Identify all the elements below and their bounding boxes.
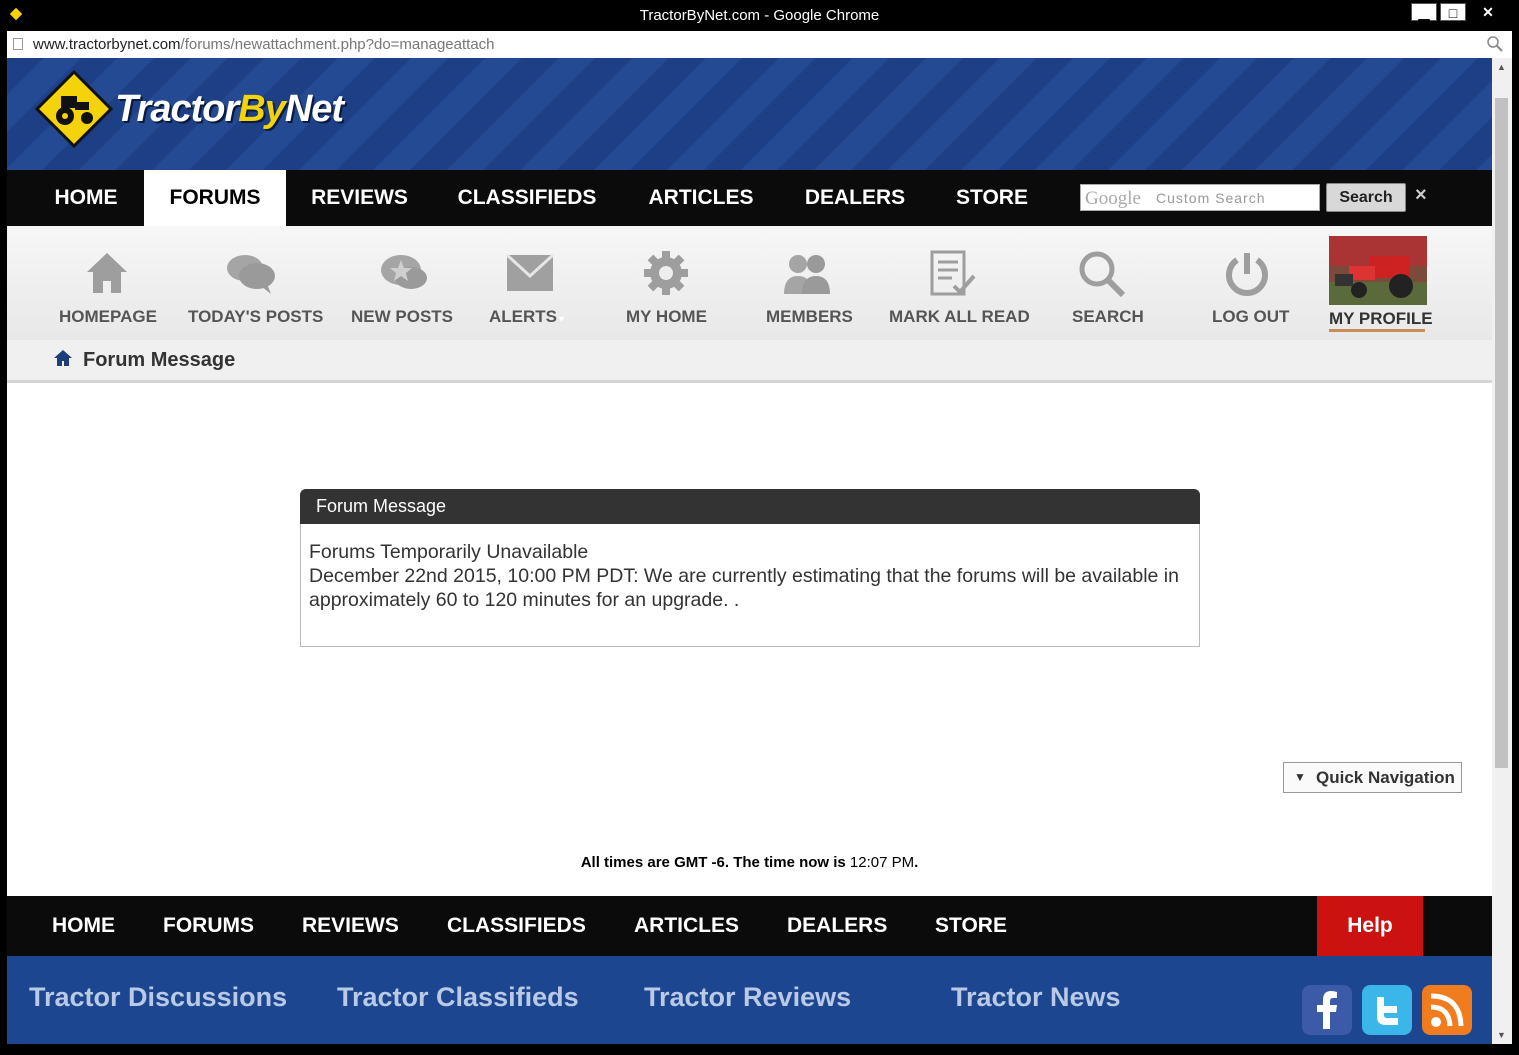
vertical-scrollbar[interactable]: ▲ ▼ [1492, 58, 1512, 1044]
nav-forums[interactable]: FORUMS [144, 170, 286, 226]
footer-nav-forums[interactable]: FORUMS [163, 896, 254, 956]
forum-message-panel: Forum Message Forums Temporarily Unavail… [300, 489, 1200, 647]
google-brand-text: Google [1085, 188, 1141, 209]
toolbar-mark-all-read[interactable]: MARK ALL READ [889, 307, 1030, 327]
facebook-icon[interactable] [1302, 985, 1352, 1035]
zoom-icon[interactable] [1486, 35, 1504, 53]
breadcrumb: Forum Message [7, 340, 1492, 383]
house-icon[interactable] [84, 250, 130, 296]
toolbar-homepage[interactable]: HOMEPAGE [59, 307, 157, 327]
panel-header: Forum Message [300, 489, 1200, 524]
close-window-button[interactable]: ✕ [1474, 3, 1502, 21]
help-button[interactable]: Help [1317, 896, 1423, 956]
breadcrumb-home-icon[interactable] [53, 349, 73, 367]
footer-link-discussions[interactable]: Tractor Discussions [29, 982, 287, 1013]
footer-link-classifieds[interactable]: Tractor Classifieds [337, 982, 579, 1013]
footer-link-news[interactable]: Tractor News [951, 982, 1121, 1013]
nav-store[interactable]: STORE [942, 170, 1042, 226]
toolbar-search[interactable]: SEARCH [1072, 307, 1144, 327]
site-banner: TractorByNet [7, 58, 1492, 170]
mark-read-document-icon[interactable] [930, 250, 976, 298]
message-title: Forums Temporarily Unavailable [309, 541, 589, 563]
search-button[interactable]: Search [1326, 183, 1406, 212]
toolbar-alerts[interactable]: ALERTS▼ [489, 307, 566, 327]
nav-reviews[interactable]: REVIEWS [297, 170, 422, 226]
panel-title: Forum Message [316, 496, 447, 516]
taskbar-strip [0, 1044, 1519, 1055]
toolbar-todays-posts[interactable]: TODAY'S POSTS [188, 307, 323, 327]
time-info: All times are GMT -6. The time now is 12… [580, 854, 919, 871]
search-icon[interactable] [1078, 250, 1126, 298]
toolbar-my-profile[interactable]: MY PROFILE [1329, 309, 1433, 329]
toolbar-log-out[interactable]: LOG OUT [1212, 307, 1289, 327]
chat-bubbles-icon[interactable] [225, 250, 277, 296]
alerts-dropdown-arrow-icon: ▼ [557, 314, 566, 324]
current-time: 12:07 PM [849, 854, 915, 871]
site-logo-text[interactable]: TractorByNet [115, 88, 344, 131]
footer-link-reviews[interactable]: Tractor Reviews [644, 982, 851, 1013]
window-title: TractorByNet.com - Google Chrome [639, 7, 880, 24]
nav-articles[interactable]: ARTICLES [633, 170, 769, 226]
nav-classifieds[interactable]: CLASSIFIEDS [445, 170, 609, 226]
minimize-button[interactable]: ▁ [1411, 3, 1437, 21]
scroll-up-arrow-icon[interactable]: ▲ [1497, 62, 1506, 72]
page-icon [13, 38, 23, 50]
footer-nav-classifieds[interactable]: CLASSIFIEDS [447, 896, 586, 956]
footer-navigation: HOME FORUMS REVIEWS CLASSIFIEDS ARTICLES… [7, 896, 1492, 956]
tractor-logo-icon[interactable] [35, 70, 113, 148]
footer-nav-reviews[interactable]: REVIEWS [302, 896, 399, 956]
breadcrumb-current: Forum Message [83, 349, 236, 371]
page-viewport: TractorByNet HOME FORUMS REVIEWS CLASSIF… [7, 58, 1492, 1044]
profile-underline [1329, 329, 1425, 332]
maximize-button[interactable]: □ [1440, 3, 1466, 21]
footer-nav-articles[interactable]: ARTICLES [634, 896, 739, 956]
footer-nav-dealers[interactable]: DEALERS [787, 896, 887, 956]
envelope-icon[interactable] [506, 254, 554, 292]
address-bar[interactable]: www.tractorbynet.com/forums/newattachmen… [7, 31, 1512, 59]
top-navigation: HOME FORUMS REVIEWS CLASSIFIEDS ARTICLES… [7, 170, 1492, 226]
profile-avatar[interactable] [1329, 236, 1427, 305]
google-search-input[interactable]: Google Custom Search [1080, 184, 1320, 211]
nav-dealers[interactable]: DEALERS [790, 170, 920, 226]
quick-navigation-button[interactable]: ▼ Quick Navigation [1283, 762, 1462, 793]
scroll-down-arrow-icon[interactable]: ▼ [1497, 1030, 1506, 1040]
toolbar-members[interactable]: MEMBERS [766, 307, 853, 327]
new-post-bubbles-icon[interactable] [379, 250, 429, 296]
toolbar-new-posts[interactable]: NEW POSTS [351, 307, 453, 327]
panel-body: Forums Temporarily Unavailable December … [309, 540, 1194, 612]
dropdown-arrow-icon: ▼ [1294, 770, 1306, 784]
rss-icon[interactable] [1422, 985, 1472, 1035]
footer-links: Tractor Discussions Tractor Classifieds … [7, 956, 1492, 1044]
power-icon[interactable] [1223, 250, 1271, 298]
search-placeholder: Custom Search [1156, 190, 1266, 206]
scrollbar-thumb[interactable] [1495, 98, 1508, 768]
twitter-icon[interactable] [1362, 985, 1412, 1035]
message-text: December 22nd 2015, 10:00 PM PDT: We are… [309, 565, 1179, 611]
members-icon[interactable] [782, 252, 832, 296]
url-text[interactable]: www.tractorbynet.com/forums/newattachmen… [33, 36, 495, 53]
gear-icon[interactable] [643, 250, 689, 296]
nav-home[interactable]: HOME [41, 170, 131, 226]
footer-nav-home[interactable]: HOME [52, 896, 115, 956]
toolbar-my-home[interactable]: MY HOME [626, 307, 707, 327]
window-titlebar: TractorByNet.com - Google Chrome ▁ □ ✕ [0, 0, 1519, 31]
search-close-icon[interactable]: × [1415, 184, 1427, 207]
footer-nav-store[interactable]: STORE [935, 896, 1007, 956]
